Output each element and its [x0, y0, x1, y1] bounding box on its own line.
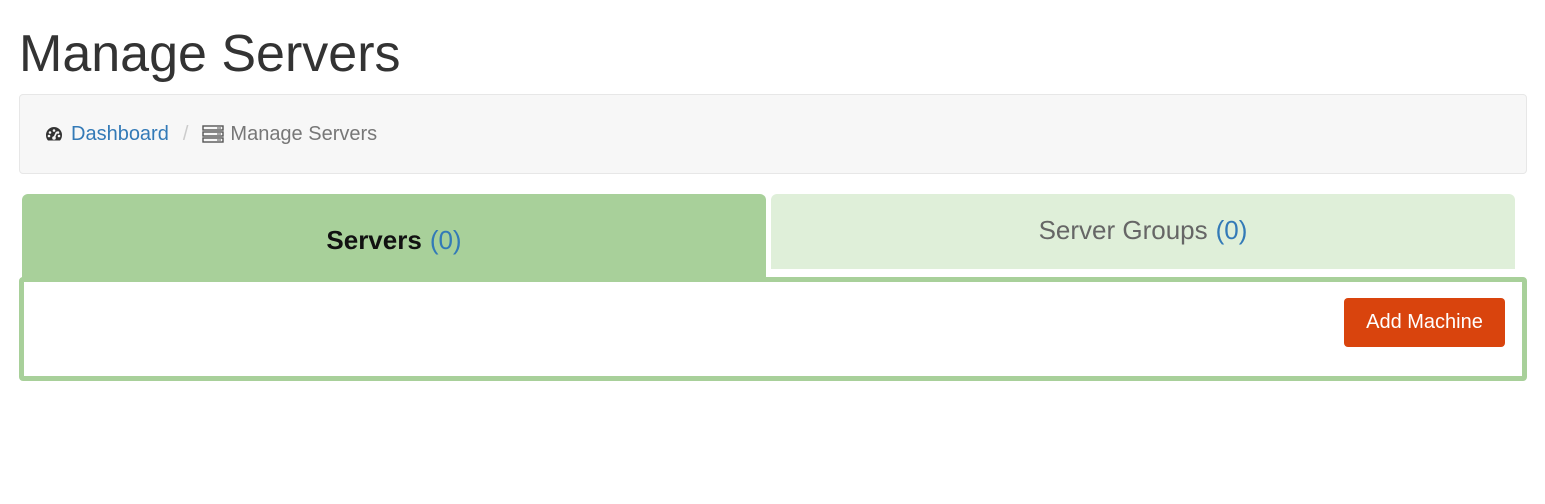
breadcrumb: Dashboard / Manage Servers — [19, 94, 1527, 174]
page: Manage Servers Dashboard / Manage Server… — [0, 0, 1545, 504]
tab-bar: Servers (0) Server Groups (0) — [22, 194, 1516, 284]
breadcrumb-link-dashboard[interactable]: Dashboard — [71, 123, 169, 146]
tab-server-groups-count: (0) — [1215, 215, 1248, 245]
breadcrumb-current: Manage Servers — [230, 122, 378, 145]
tab-servers-label: Servers — [326, 224, 422, 255]
servers-panel: Add Machine — [19, 277, 1527, 381]
tab-server-groups-label: Server Groups — [1038, 215, 1208, 245]
server-icon — [202, 123, 225, 145]
page-title: Manage Servers — [19, 25, 401, 83]
dashboard-icon — [43, 123, 65, 145]
tab-servers-count: (0) — [429, 224, 462, 255]
tab-server-groups[interactable]: Server Groups (0) — [771, 194, 1515, 269]
tab-servers[interactable]: Servers (0) — [22, 194, 766, 282]
breadcrumb-separator: / — [182, 122, 189, 145]
add-machine-button[interactable]: Add Machine — [1344, 298, 1505, 347]
breadcrumb-item-manage-servers: Manage Servers — [202, 123, 377, 146]
breadcrumb-item-dashboard[interactable]: Dashboard — [43, 123, 169, 146]
